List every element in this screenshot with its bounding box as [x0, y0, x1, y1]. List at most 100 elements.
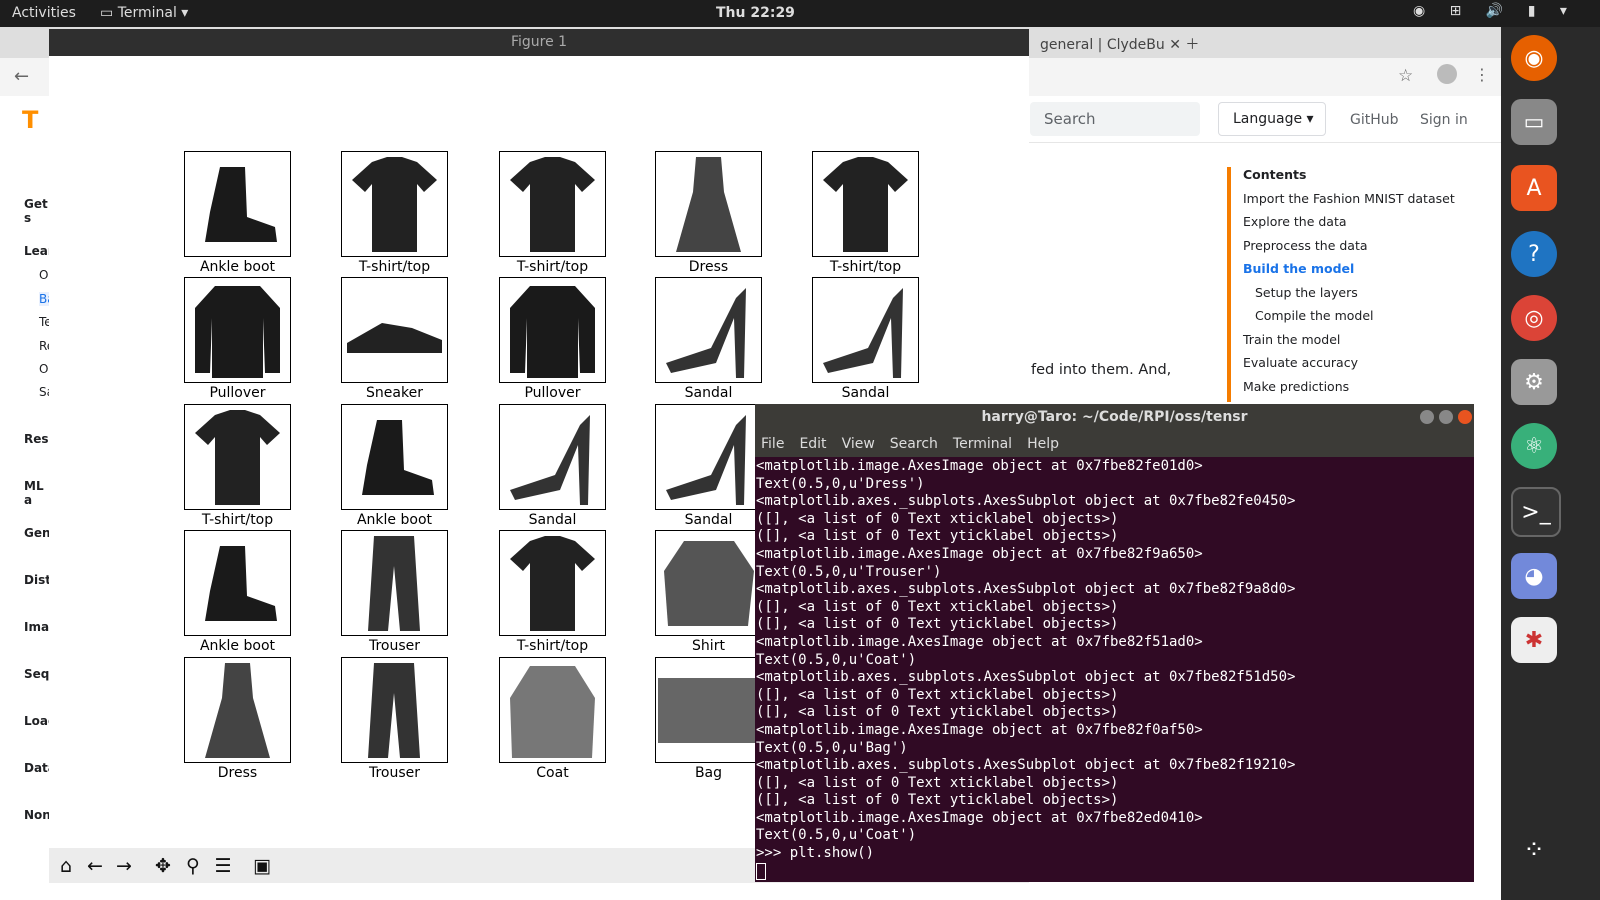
toc-item[interactable]: Preprocess the data	[1243, 238, 1455, 262]
terminal-menu-item[interactable]: Terminal	[953, 436, 1012, 452]
close-icon[interactable]	[1458, 410, 1472, 424]
save-icon[interactable]: ▣	[249, 854, 275, 878]
terminal-line: <matplotlib.image.AxesImage object at 0x…	[756, 809, 1203, 826]
terminal-line: Text(0.5,0,u'Coat')	[756, 827, 917, 844]
toc-item[interactable]: Evaluate accuracy	[1243, 355, 1455, 379]
clock[interactable]: Thu 22:29	[716, 5, 795, 21]
firefox-icon[interactable]: ◉	[1511, 35, 1557, 81]
terminal-menu-item[interactable]: Edit	[799, 436, 826, 452]
toc-item[interactable]: Import the Fashion MNIST dataset	[1243, 191, 1455, 215]
chrome-icon[interactable]: ◎	[1511, 295, 1557, 341]
image-label: Pullover	[524, 385, 581, 401]
files-icon[interactable]: ▭	[1511, 99, 1557, 145]
forward-icon[interactable]: →	[111, 854, 137, 878]
software-icon[interactable]: A	[1511, 165, 1557, 211]
toc-item[interactable]: Setup the layers	[1243, 285, 1455, 309]
toc-item[interactable]: Build the model	[1243, 261, 1455, 285]
terminal-line: >>> plt.show()	[756, 845, 875, 862]
left-nav-item[interactable]: Get s	[24, 197, 50, 225]
app-icon[interactable]: ✱	[1511, 617, 1557, 663]
clothing-image	[499, 151, 606, 257]
terminal-icon[interactable]: >_	[1511, 487, 1561, 537]
language-select[interactable]: Language ▾	[1218, 102, 1326, 136]
body-text: fed into them. And,	[1031, 362, 1172, 378]
app-name: Terminal	[117, 5, 177, 21]
image-label: Bag	[694, 765, 723, 781]
clothing-image	[499, 404, 606, 510]
tensorflow-logo-icon[interactable]: T	[22, 106, 38, 134]
configure-icon[interactable]: ☰	[210, 854, 236, 878]
terminal-cursor	[756, 862, 766, 880]
image-cell: Pullover	[184, 277, 291, 401]
image-cell: Sandal	[655, 277, 762, 401]
pan-icon[interactable]: ✥	[150, 854, 176, 878]
image-label: Ankle boot	[199, 259, 276, 275]
clothing-image	[655, 277, 762, 383]
terminal-menu-item[interactable]: Help	[1027, 436, 1059, 452]
image-label: Trouser	[368, 765, 421, 781]
clothing-image	[812, 277, 919, 383]
terminal-line: <matplotlib.axes._subplots.AxesSubplot o…	[756, 757, 1296, 774]
back-arrow-icon[interactable]: ←	[14, 66, 29, 87]
image-cell: Ankle boot	[184, 530, 291, 654]
show-apps-icon[interactable]: ⁘	[1511, 827, 1557, 873]
terminal-menu: File Edit View Search Terminal Help	[755, 432, 1474, 457]
figure-title: Figure 1	[49, 29, 1029, 56]
terminal-output[interactable]: <matplotlib.image.AxesImage object at 0x…	[756, 458, 1472, 880]
clothing-image	[184, 657, 291, 763]
terminal-menu-item[interactable]: File	[761, 436, 784, 452]
toc-item[interactable]: Train the model	[1243, 332, 1455, 356]
menu-icon[interactable]: ⋮	[1474, 65, 1490, 84]
image-label: T-shirt/top	[516, 638, 589, 654]
left-nav-item[interactable]: O	[39, 268, 48, 282]
sign-in-link[interactable]: Sign in	[1420, 112, 1468, 128]
terminal-line: ([], <a list of 0 Text yticklabel object…	[756, 792, 1119, 809]
left-nav-item[interactable]: O	[39, 362, 48, 376]
zoom-icon[interactable]: ⚲	[180, 854, 206, 878]
image-cell: Sandal	[655, 404, 762, 528]
discord-icon[interactable]: ◕	[1511, 553, 1557, 599]
profile-icon[interactable]	[1437, 64, 1457, 84]
maximize-icon[interactable]	[1439, 410, 1453, 424]
clothing-image	[184, 151, 291, 257]
image-cell: Trouser	[341, 530, 448, 654]
help-icon[interactable]: ?	[1511, 231, 1557, 277]
terminal-menu-item[interactable]: View	[842, 436, 875, 452]
activities-button[interactable]: Activities	[12, 5, 76, 21]
toc-item[interactable]: Make predictions	[1243, 379, 1455, 403]
search-input[interactable]: Search	[1030, 102, 1200, 136]
app-menu[interactable]: ▭ Terminal ▾	[100, 5, 188, 21]
image-cell: Trouser	[341, 657, 448, 781]
clothing-image	[341, 657, 448, 763]
top-bar: Activities ▭ Terminal ▾ Thu 22:29 ◉ ⊞ 🔊 …	[0, 0, 1600, 27]
image-cell: T-shirt/top	[184, 404, 291, 528]
terminal-menu-item[interactable]: Search	[890, 436, 938, 452]
image-label: Dress	[217, 765, 258, 781]
system-tray[interactable]: ◉ ⊞ 🔊 ▮ ▾	[1413, 3, 1577, 19]
image-cell: Bag	[655, 657, 762, 781]
home-icon[interactable]: ⌂	[53, 854, 79, 878]
atom-icon[interactable]: ⚛	[1511, 423, 1557, 469]
language-label: Language	[1233, 111, 1303, 127]
browser-tab[interactable]: general | ClydeBu ✕ ＋	[1040, 34, 1199, 54]
left-nav-item[interactable]: ML a	[24, 479, 50, 507]
image-label: T-shirt/top	[829, 259, 902, 275]
image-cell: T-shirt/top	[499, 530, 606, 654]
clothing-image	[341, 404, 448, 510]
image-label: Trouser	[368, 638, 421, 654]
left-nav: Get s Lear O Ba Te Re O Sa Rese ML a Gene Distr Imag…	[0, 142, 65, 900]
star-icon[interactable]: ☆	[1398, 66, 1413, 86]
minimize-icon[interactable]	[1420, 410, 1434, 424]
toc-item[interactable]: Explore the data	[1243, 214, 1455, 238]
tab-title: general | ClydeBu	[1040, 37, 1165, 53]
clothing-image	[655, 151, 762, 257]
image-label: Pullover	[209, 385, 266, 401]
terminal-line: <matplotlib.axes._subplots.AxesSubplot o…	[756, 669, 1296, 686]
settings-icon[interactable]: ⚙	[1511, 359, 1557, 405]
image-cell: Dress	[184, 657, 291, 781]
toc-item[interactable]: Compile the model	[1243, 308, 1455, 332]
image-label: Ankle boot	[356, 512, 433, 528]
back-icon[interactable]: ←	[82, 854, 108, 878]
github-link[interactable]: GitHub	[1350, 112, 1399, 128]
terminal-line: Text(0.5,0,u'Coat')	[756, 651, 917, 668]
